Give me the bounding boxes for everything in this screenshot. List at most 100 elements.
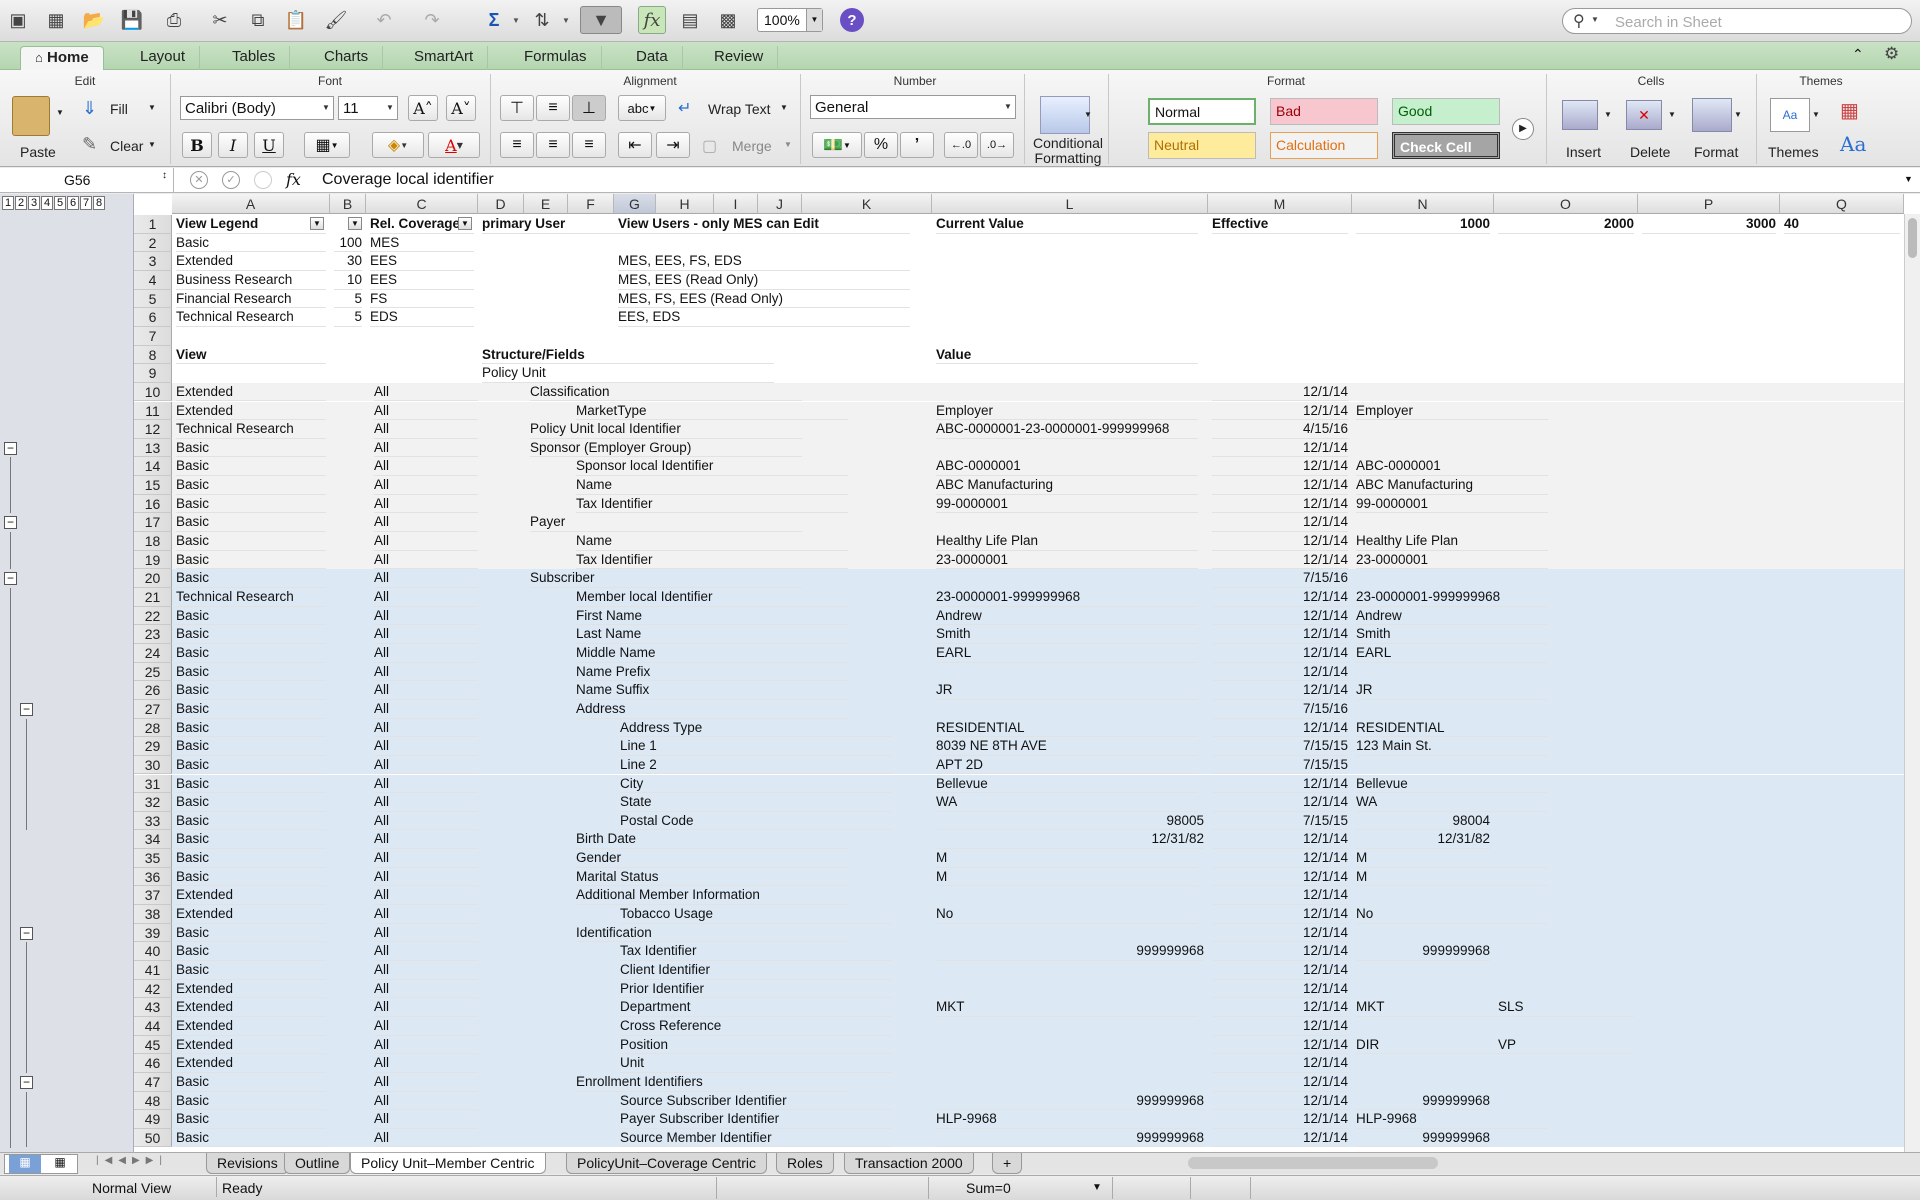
- cell-c[interactable]: All: [374, 1092, 478, 1111]
- outline-collapse-icon[interactable]: −: [20, 702, 33, 716]
- tab-charts[interactable]: Charts: [310, 46, 384, 70]
- row-header[interactable]: 13: [134, 438, 172, 458]
- cell-c[interactable]: All: [374, 737, 478, 756]
- outline-level-button[interactable]: 5: [54, 196, 66, 210]
- align-left-icon[interactable]: ≡: [500, 132, 534, 158]
- cell-a[interactable]: Business Research: [176, 271, 326, 290]
- style-normal[interactable]: Normal: [1148, 98, 1256, 125]
- tab-smartart[interactable]: SmartArt: [400, 46, 489, 70]
- cell-c[interactable]: All: [374, 905, 478, 924]
- currency-icon[interactable]: 💵 ▼: [812, 132, 862, 158]
- cell-f[interactable]: Tax Identifier: [576, 495, 848, 514]
- cell-f[interactable]: Position: [620, 1036, 892, 1055]
- cell-m[interactable]: 12/1/14: [1212, 961, 1348, 980]
- row-header[interactable]: 4: [134, 270, 172, 290]
- cell-a[interactable]: Basic: [176, 457, 326, 477]
- column-header-m[interactable]: M: [1208, 194, 1352, 214]
- row-header[interactable]: 14: [134, 457, 172, 477]
- cell-l[interactable]: Value: [936, 346, 1198, 365]
- number-format-dropdown-icon[interactable]: ▼: [1001, 96, 1015, 118]
- confirm-icon[interactable]: ✓: [222, 171, 240, 189]
- cell-a[interactable]: Technical Research: [176, 588, 326, 607]
- cell-f[interactable]: Cross Reference: [620, 1017, 892, 1036]
- column-header-b[interactable]: B: [330, 194, 366, 214]
- cell-c[interactable]: All: [374, 961, 478, 980]
- sort-dropdown-icon[interactable]: ▼: [562, 16, 570, 25]
- italic-icon[interactable]: I: [218, 132, 248, 158]
- row-header[interactable]: 17: [134, 513, 172, 533]
- cell-f[interactable]: Enrollment Identifiers: [576, 1073, 848, 1092]
- style-neutral[interactable]: Neutral: [1148, 132, 1256, 159]
- cell-n[interactable]: 1000: [1356, 215, 1490, 234]
- cell-m[interactable]: 12/1/14: [1212, 868, 1348, 887]
- cell-c[interactable]: All: [374, 793, 478, 812]
- b-filter-icon[interactable]: ▼: [348, 217, 362, 230]
- cell-c[interactable]: All: [374, 1054, 478, 1073]
- cell-l[interactable]: 99-0000001: [936, 495, 1198, 514]
- column-header-o[interactable]: O: [1494, 194, 1638, 214]
- cell-m[interactable]: 12/1/14: [1212, 383, 1348, 402]
- increase-decimal-icon[interactable]: ←.0: [944, 132, 978, 158]
- cell-c[interactable]: MES: [370, 234, 474, 253]
- cell-a[interactable]: Technical Research: [176, 308, 326, 327]
- themes-button[interactable]: Themes: [1768, 144, 1819, 160]
- cell-nv[interactable]: JR: [1356, 681, 1548, 700]
- cell-c[interactable]: All: [374, 700, 478, 719]
- column-header-i[interactable]: I: [714, 194, 758, 214]
- font-size-field[interactable]: 11 ▼: [338, 96, 398, 120]
- cell-a[interactable]: Extended: [176, 980, 326, 999]
- cell-b[interactable]: 10: [334, 271, 362, 290]
- merge-button[interactable]: Merge: [732, 138, 772, 154]
- cell-o[interactable]: 2000: [1498, 215, 1634, 234]
- cell-f[interactable]: Line 1: [620, 737, 892, 756]
- cell-c[interactable]: All: [374, 513, 478, 533]
- cell-a[interactable]: Basic: [176, 868, 326, 887]
- cell-c[interactable]: All: [374, 830, 478, 850]
- outline-level-button[interactable]: 7: [80, 196, 92, 210]
- cell-m[interactable]: 12/1/14: [1212, 495, 1348, 514]
- cell-c[interactable]: All: [374, 998, 478, 1017]
- clear-button[interactable]: Clear: [110, 138, 143, 154]
- cell-c[interactable]: All: [374, 1129, 478, 1148]
- cell-c[interactable]: All: [374, 886, 478, 906]
- row-header[interactable]: 28: [134, 718, 172, 738]
- cell-c[interactable]: All: [374, 719, 478, 738]
- cell-f[interactable]: Name: [576, 532, 848, 551]
- cell-m[interactable]: 12/1/14: [1212, 942, 1348, 961]
- cell-f[interactable]: Unit: [620, 1054, 892, 1073]
- cell-f[interactable]: Prior Identifier: [620, 980, 892, 999]
- cell-f[interactable]: City: [620, 775, 892, 794]
- cell-c[interactable]: All: [374, 1073, 478, 1092]
- cell-m[interactable]: 7/15/15: [1212, 737, 1348, 756]
- cell-l[interactable]: Current Value: [936, 215, 1198, 234]
- grow-font-icon[interactable]: A˄: [408, 95, 438, 121]
- insert-button[interactable]: Insert: [1566, 144, 1601, 160]
- decrease-decimal-icon[interactable]: .0→: [980, 132, 1014, 158]
- sheet-tab[interactable]: Outline: [284, 1153, 351, 1174]
- tab-layout[interactable]: Layout: [126, 46, 201, 70]
- cell-f[interactable]: Department: [620, 998, 892, 1017]
- cell-a[interactable]: Basic: [176, 439, 326, 458]
- outline-level-button[interactable]: 8: [93, 196, 105, 210]
- cell-m[interactable]: 12/1/14: [1212, 1054, 1348, 1073]
- cell-l[interactable]: M: [936, 849, 1198, 868]
- row-header[interactable]: 46: [134, 1054, 172, 1073]
- column-header-l[interactable]: L: [932, 194, 1208, 214]
- cell-g[interactable]: MES, EES, FS, EDS: [618, 252, 910, 271]
- cell-a[interactable]: Basic: [176, 849, 326, 868]
- cell-c[interactable]: All: [374, 383, 478, 402]
- cell-l[interactable]: 8039 NE 8TH AVE: [936, 737, 1198, 756]
- cancel-icon[interactable]: ✕: [190, 171, 208, 189]
- row-header[interactable]: 39: [134, 923, 172, 943]
- cell-c[interactable]: All: [374, 924, 478, 943]
- align-bottom-icon[interactable]: ⊥: [572, 95, 606, 121]
- status-sum[interactable]: Sum=0: [966, 1180, 1011, 1196]
- filter-icon[interactable]: ▼: [580, 6, 622, 34]
- cell-m[interactable]: 12/1/14: [1212, 980, 1348, 999]
- row-header[interactable]: 47: [134, 1072, 172, 1092]
- autosum-icon[interactable]: Σ: [480, 6, 508, 34]
- row-header[interactable]: 24: [134, 643, 172, 663]
- row-header[interactable]: 9: [134, 364, 172, 383]
- cell-l[interactable]: 23-0000001: [936, 551, 1198, 570]
- cell-nr[interactable]: 999999968: [1356, 1129, 1490, 1148]
